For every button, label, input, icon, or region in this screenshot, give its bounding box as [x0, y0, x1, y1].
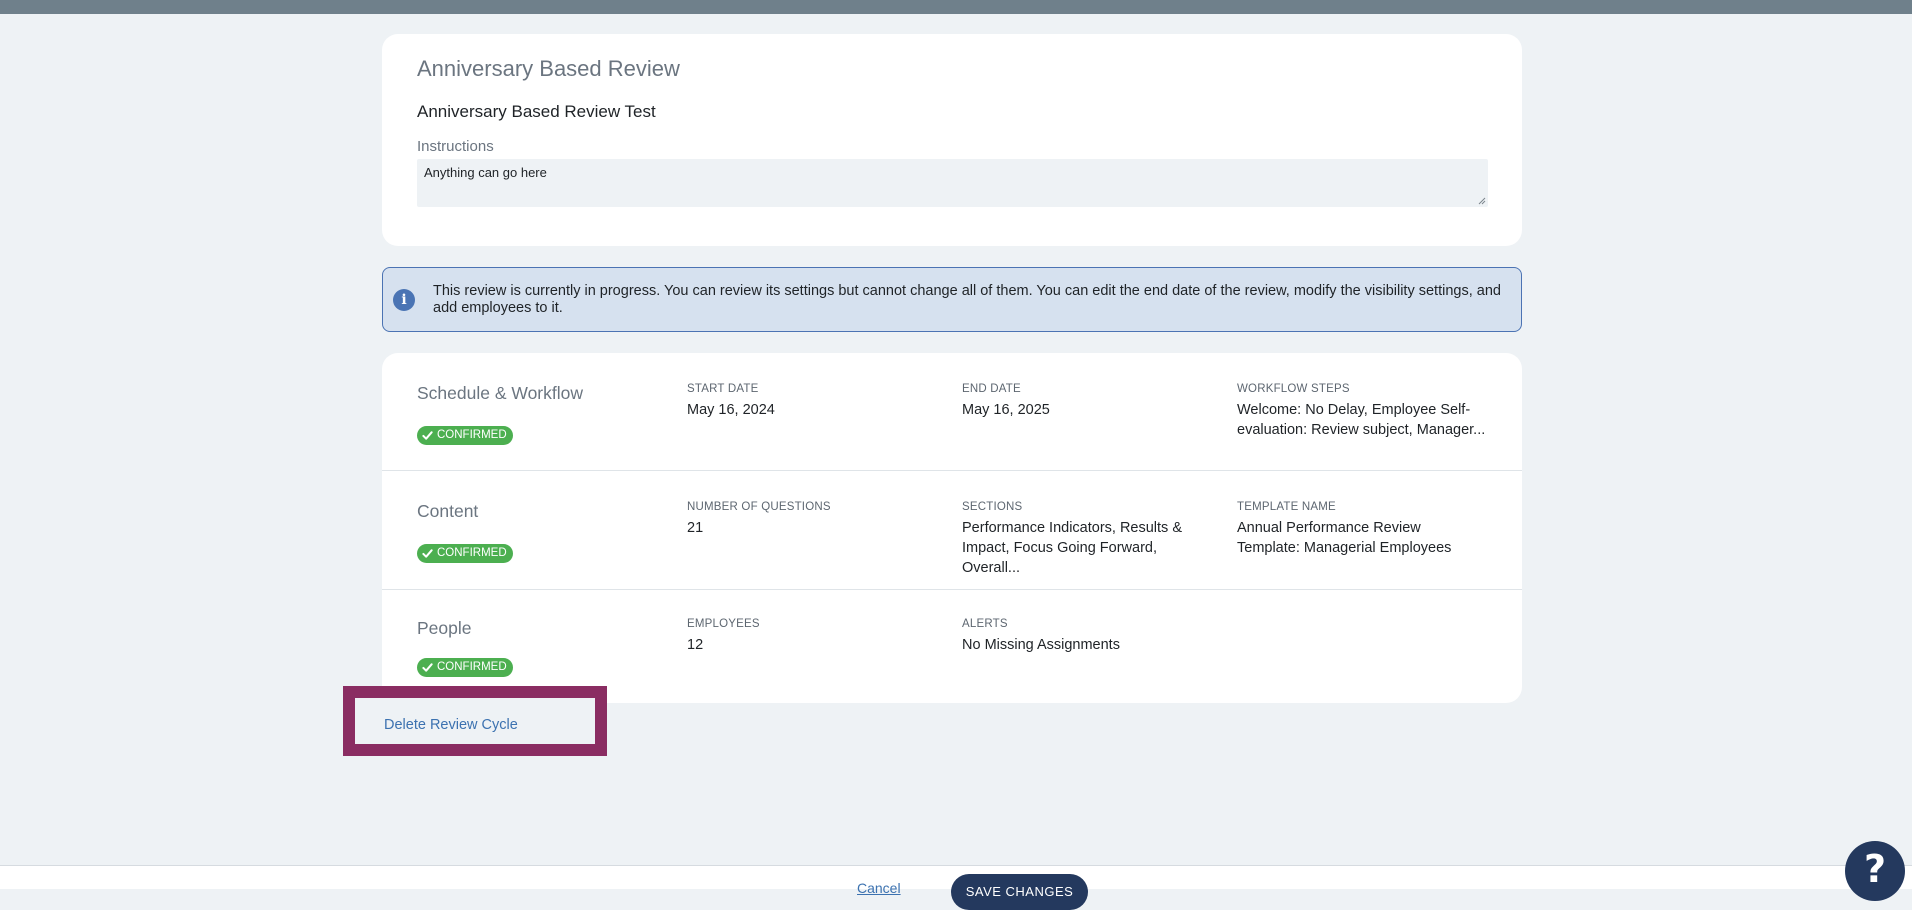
section-title: Schedule & Workflow	[417, 383, 584, 403]
review-name: Anniversary Based Review Test	[417, 102, 656, 121]
instructions-label: Instructions	[417, 138, 494, 155]
workflow-steps-field: WORKFLOW STEPS Welcome: No Delay, Employ…	[1237, 383, 1487, 440]
save-changes-button[interactable]: SAVE CHANGES	[951, 874, 1088, 910]
start-date-field: START DATE May 16, 2024	[687, 383, 937, 420]
delete-review-cycle-link[interactable]: Delete Review Cycle	[384, 717, 518, 733]
field-label: EMPLOYEES	[687, 618, 760, 630]
field-label: SECTIONS	[962, 501, 1023, 513]
badge-label: CONFIRMED	[437, 547, 507, 559]
footer-bar: Cancel SAVE CHANGES	[0, 865, 1912, 910]
employees-field: EMPLOYEES 12	[687, 618, 937, 655]
sections-field: SECTIONS Performance Indicators, Results…	[962, 501, 1212, 578]
check-icon	[422, 431, 433, 440]
field-label: ALERTS	[962, 618, 1008, 630]
field-value: No Missing Assignments	[962, 637, 1120, 653]
field-label: WORKFLOW STEPS	[1237, 383, 1350, 395]
confirmed-badge: CONFIRMED	[417, 426, 513, 445]
template-name-field: TEMPLATE NAME Annual Performance Review …	[1237, 501, 1487, 558]
check-icon	[422, 549, 433, 558]
field-label: START DATE	[687, 383, 759, 395]
field-label: END DATE	[962, 383, 1021, 395]
content-section[interactable]: Content CONFIRMED NUMBER OF QUESTIONS 21…	[382, 471, 1522, 590]
alerts-field: ALERTS No Missing Assignments	[962, 618, 1212, 655]
badge-label: CONFIRMED	[437, 661, 507, 673]
field-label: TEMPLATE NAME	[1237, 501, 1336, 513]
info-banner-text: This review is currently in progress. Yo…	[433, 283, 1501, 316]
instructions-textarea[interactable]: Anything can go here	[417, 159, 1488, 207]
field-value: 12	[687, 637, 704, 653]
field-value: Welcome: No Delay, Employee Self-evaluat…	[1237, 402, 1486, 438]
top-bar	[0, 0, 1912, 14]
field-label: NUMBER OF QUESTIONS	[687, 501, 831, 513]
instructions-text: Anything can go here	[424, 165, 547, 180]
number-of-questions-field: NUMBER OF QUESTIONS 21	[687, 501, 937, 538]
section-title: Content	[417, 501, 479, 521]
schedule-workflow-section[interactable]: Schedule & Workflow CONFIRMED START DATE…	[382, 353, 1522, 471]
review-type-title: Anniversary Based Review	[417, 56, 680, 81]
confirmed-badge: CONFIRMED	[417, 658, 513, 677]
field-value: 21	[687, 520, 704, 536]
field-value: Annual Performance Review Template: Mana…	[1237, 520, 1452, 556]
check-icon	[422, 663, 433, 672]
review-title-card: Anniversary Based Review Anniversary Bas…	[382, 34, 1522, 246]
badge-label: CONFIRMED	[437, 429, 507, 441]
review-details-card: Schedule & Workflow CONFIRMED START DATE…	[382, 353, 1522, 703]
section-title: People	[417, 618, 472, 638]
field-value: May 16, 2024	[687, 402, 775, 418]
resize-handle-icon[interactable]	[1478, 197, 1486, 205]
help-button[interactable]: ?	[1845, 841, 1905, 901]
field-value: May 16, 2025	[962, 402, 1050, 418]
field-value: Performance Indicators, Results & Impact…	[962, 520, 1183, 576]
confirmed-badge: CONFIRMED	[417, 544, 513, 563]
end-date-field: END DATE May 16, 2025	[962, 383, 1212, 420]
info-banner: i This review is currently in progress. …	[382, 267, 1522, 332]
info-icon: i	[393, 289, 415, 311]
cancel-link[interactable]: Cancel	[857, 880, 901, 896]
